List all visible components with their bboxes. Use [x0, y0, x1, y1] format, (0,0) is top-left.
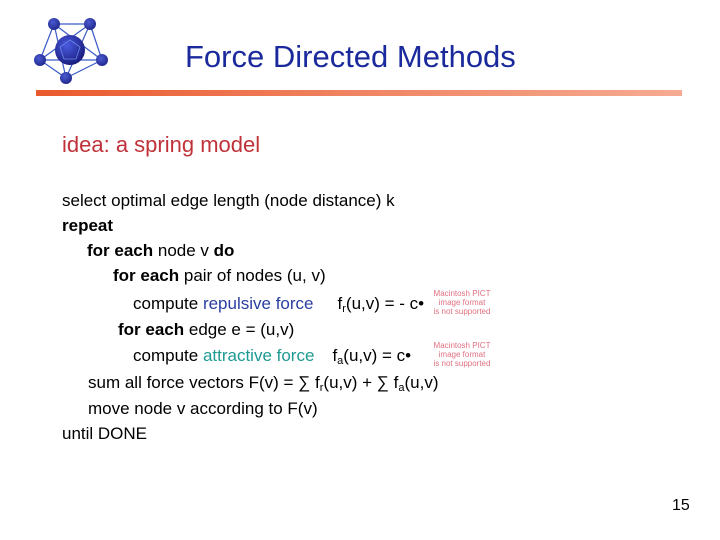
algo-line-for-each-edge: for each edge e = (u,v) [118, 320, 294, 340]
keyword: for each [113, 266, 180, 285]
slide-subtitle: idea: a spring model [62, 132, 261, 157]
pict-text: image format [438, 350, 486, 359]
code-text: sum all force vectors F(v) = ∑ f [88, 373, 320, 392]
formula-text: (u,v) = c• [343, 346, 412, 365]
pict-text: Macintosh PICT [433, 341, 491, 350]
keyword: do [213, 241, 235, 260]
attractive-force-label: attractive force [202, 346, 315, 365]
algo-line-repeat: repeat [62, 216, 114, 235]
unsupported-image-placeholder: Macintosh PICT image format is not suppo… [426, 289, 498, 316]
repulsive-force-label: repulsive force [202, 294, 314, 313]
unsupported-image-placeholder: Macintosh PICT image format is not suppo… [426, 341, 498, 368]
graph-network-icon [34, 18, 108, 84]
formula-text: (u,v) = - c• [345, 294, 425, 313]
algo-line-select: select optimal edge length (node distanc… [62, 191, 395, 210]
code-text: pair of nodes (u, v) [179, 266, 326, 285]
keyword: for each [118, 320, 185, 339]
algo-line-repulsive: compute repulsive force fr(u,v) = - c• [133, 294, 424, 319]
code-text: node v [153, 241, 214, 260]
algo-line-until: until DONE [62, 424, 148, 443]
pict-text: image format [438, 298, 486, 307]
page-number: 15 [672, 497, 690, 514]
title-divider [36, 90, 682, 96]
code-text: compute [133, 346, 203, 365]
code-text: (u,v) [404, 373, 439, 392]
center-node [55, 35, 85, 65]
code-text: edge e = (u,v) [184, 320, 295, 339]
code-text: compute [133, 294, 203, 313]
keyword: for each [87, 241, 154, 260]
pict-text: is not supported [433, 307, 491, 316]
algo-line-for-each-pair: for each pair of nodes (u, v) [113, 266, 326, 286]
algo-line-for-each-node: for each node v do [87, 241, 234, 261]
pict-text: is not supported [433, 359, 491, 368]
pict-text: Macintosh PICT [433, 289, 491, 298]
slide-title: Force Directed Methods [185, 39, 516, 74]
algo-line-attractive: compute attractive force fa(u,v) = c• [133, 346, 411, 371]
algo-line-sum: sum all force vectors F(v) = ∑ fr(u,v) +… [88, 373, 439, 398]
code-text: (u,v) + ∑ f [323, 373, 399, 392]
algo-line-move: move node v according to F(v) [88, 399, 318, 418]
